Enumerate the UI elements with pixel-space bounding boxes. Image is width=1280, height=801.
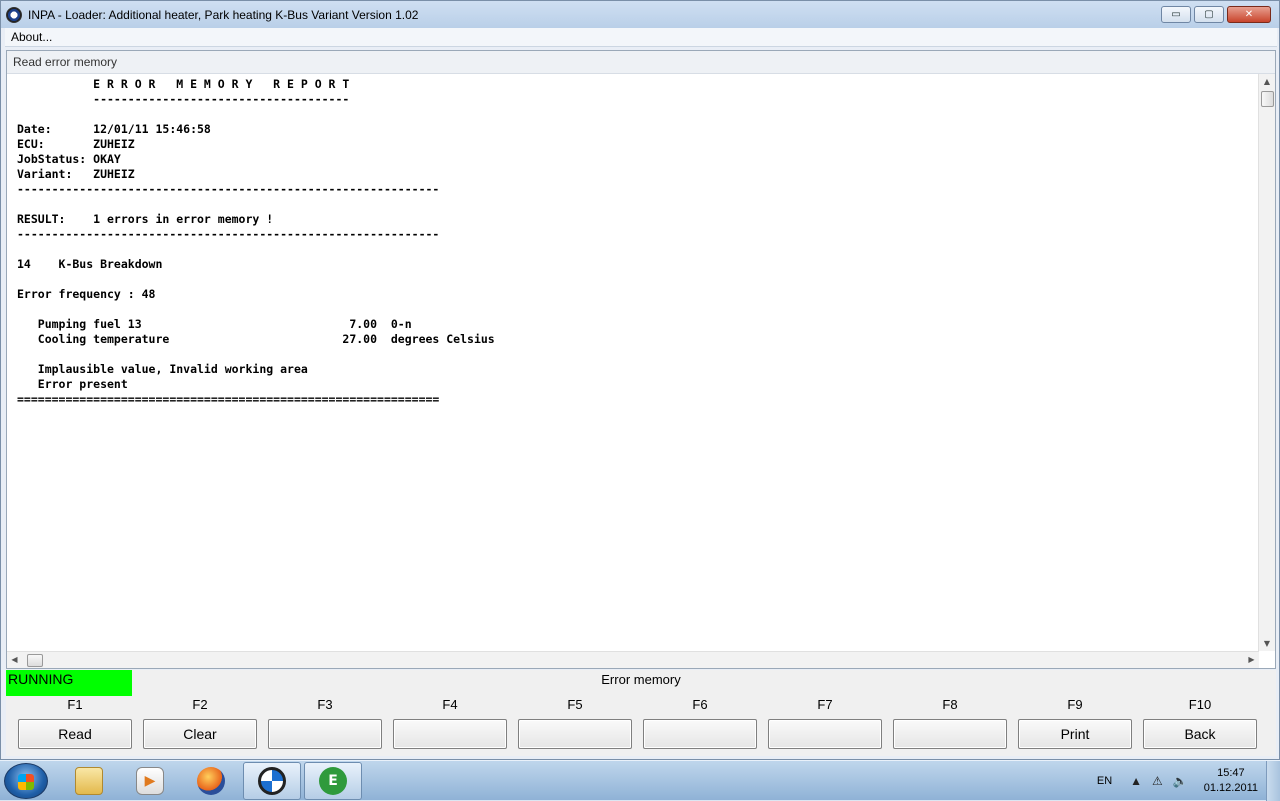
fkey-label: F1 [67, 697, 83, 712]
fkey-button-f9[interactable]: Print [1018, 719, 1132, 749]
report-line: Variant: ZUHEIZ [17, 167, 135, 181]
fkey-f5: F5 [518, 696, 632, 749]
scroll-down-icon[interactable]: ▼ [1259, 636, 1275, 651]
report-panel: Read error memory E R R O R M E M O R Y … [6, 50, 1276, 669]
fkey-f9: F9 Print [1018, 696, 1132, 749]
report-line [17, 197, 495, 212]
horizontal-scrollbar[interactable]: ◀ ▶ [7, 651, 1259, 668]
maximize-button[interactable]: ▢ [1194, 6, 1224, 23]
horizontal-scroll-thumb[interactable] [27, 654, 43, 667]
fkey-f3: F3 [268, 696, 382, 749]
fkey-button-f1[interactable]: Read [18, 719, 132, 749]
ediabas-icon: E [319, 767, 347, 795]
taskbar-button-explorer[interactable] [60, 762, 118, 800]
report-line [17, 347, 495, 362]
fkey-label: F4 [442, 697, 458, 712]
bmw-logo-icon [6, 6, 22, 23]
fkey-label: F9 [1067, 697, 1083, 712]
menu-bar: About... [5, 28, 1277, 47]
report-line [17, 272, 495, 287]
fkey-label: F7 [817, 697, 833, 712]
taskbar-button-inpa[interactable] [243, 762, 301, 800]
fkey-f4: F4 [393, 696, 507, 749]
fkey-label: F10 [1188, 697, 1212, 712]
taskbar-button-firefox[interactable] [182, 762, 240, 800]
fkey-button-f8[interactable] [893, 719, 1007, 749]
fkey-button-f6[interactable] [643, 719, 757, 749]
fkey-f6: F6 [643, 696, 757, 749]
report-line: Pumping fuel 13 7.00 0-n [17, 317, 412, 331]
report-line: ----------------------------------------… [17, 182, 440, 196]
panel-header: Read error memory [7, 51, 1275, 74]
close-button[interactable]: ✕ [1227, 6, 1271, 23]
fkey-label: F5 [567, 697, 583, 712]
scroll-up-icon[interactable]: ▲ [1259, 74, 1275, 89]
fkey-button-f10[interactable]: Back [1143, 719, 1257, 749]
report-line: Error present [17, 377, 128, 391]
clock-date: 01.12.2011 [1203, 782, 1258, 794]
vertical-scroll-thumb[interactable] [1261, 91, 1274, 107]
fkey-label: F8 [942, 697, 958, 712]
fkey-label: F6 [692, 697, 708, 712]
clock[interactable]: 15:47 01.12.2011 [1204, 766, 1258, 796]
fkey-label: F2 [192, 697, 208, 712]
report-line: Date: 12/01/11 15:46:58 [17, 122, 211, 136]
report-line: 14 K-Bus Breakdown [17, 257, 163, 271]
start-button[interactable] [4, 763, 48, 799]
fkey-button-f7[interactable] [768, 719, 882, 749]
report-line [17, 107, 495, 122]
error-report-text: E R R O R M E M O R Y R E P O R T ------… [17, 77, 495, 407]
window-controls: ▭ ▢ ✕ [1161, 6, 1271, 23]
report-line: ------------------------------------- [17, 92, 350, 106]
taskbar: ▶ E EN ▲ ⚠ 🔈 15:47 01.12.2011 [0, 760, 1280, 801]
report-line [17, 302, 495, 317]
media-player-icon: ▶ [136, 767, 164, 795]
report-line: JobStatus: OKAY [17, 152, 121, 166]
status-badge: RUNNING [6, 670, 132, 696]
fkey-button-f4[interactable] [393, 719, 507, 749]
tray-expand-icon[interactable]: ▲ [1130, 774, 1142, 788]
report-line [17, 242, 495, 257]
fkey-button-f2[interactable]: Clear [143, 719, 257, 749]
folder-icon [75, 767, 103, 795]
menu-item-about[interactable]: About... [5, 30, 58, 44]
fkey-f10: F10 Back [1143, 696, 1257, 749]
report-line: ----------------------------------------… [17, 227, 440, 241]
function-key-bar: F1 Read F2 Clear F3 F4 F5 F6 F7 F8 F9 Print F10 Back [6, 696, 1276, 756]
report-line: ECU: ZUHEIZ [17, 137, 135, 151]
status-row: Error memory RUNNING [6, 670, 1276, 696]
vertical-scrollbar[interactable]: ▲ ▼ [1258, 74, 1275, 651]
language-indicator[interactable]: EN [1097, 775, 1112, 787]
fkey-f2: F2 Clear [143, 696, 257, 749]
report-line: Error frequency : 48 [17, 287, 156, 301]
network-warning-icon[interactable]: ⚠ [1152, 774, 1163, 788]
bmw-icon [258, 767, 286, 795]
screen-title: Error memory [601, 672, 681, 687]
show-desktop-button[interactable] [1266, 761, 1280, 801]
fkey-f1: F1 Read [18, 696, 132, 749]
scroll-left-icon[interactable]: ◀ [7, 652, 22, 668]
scroll-right-icon[interactable]: ▶ [1244, 652, 1259, 668]
app-window: INPA - Loader: Additional heater, Park h… [0, 0, 1280, 760]
volume-icon[interactable]: 🔈 [1173, 774, 1188, 788]
report-line: ========================================… [17, 392, 440, 406]
firefox-icon [197, 767, 225, 795]
report-line: Implausible value, Invalid working area [17, 362, 308, 376]
fkey-button-f3[interactable] [268, 719, 382, 749]
report-line: E R R O R M E M O R Y R E P O R T [17, 77, 350, 91]
minimize-button[interactable]: ▭ [1161, 6, 1191, 23]
taskbar-button-media-player[interactable]: ▶ [121, 762, 179, 800]
fkey-button-f5[interactable] [518, 719, 632, 749]
title-bar[interactable]: INPA - Loader: Additional heater, Park h… [1, 1, 1279, 28]
report-line: RESULT: 1 errors in error memory ! [17, 212, 274, 226]
window-title: INPA - Loader: Additional heater, Park h… [28, 7, 419, 22]
fkey-label: F3 [317, 697, 333, 712]
fkey-f8: F8 [893, 696, 1007, 749]
system-tray: EN ▲ ⚠ 🔈 15:47 01.12.2011 [1097, 761, 1280, 801]
taskbar-button-ediabas[interactable]: E [304, 762, 362, 800]
report-line: Cooling temperature 27.00 degrees Celsiu… [17, 332, 495, 346]
clock-time: 15:47 [1217, 767, 1245, 779]
fkey-f7: F7 [768, 696, 882, 749]
